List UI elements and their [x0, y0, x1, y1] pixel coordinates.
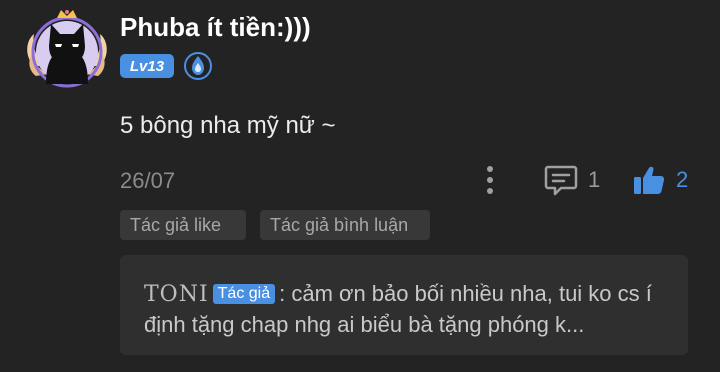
author-replied-chip: Tác giả bình luận — [260, 210, 430, 240]
comment-date: 26/07 — [120, 168, 176, 193]
blue-flame-rank-icon — [184, 52, 212, 80]
author-tag-badge: Tác giả — [212, 284, 276, 304]
level-badge: Lv13 — [120, 54, 174, 78]
reply-author[interactable]: TONI — [144, 282, 209, 307]
chat-bubble-icon — [544, 165, 578, 196]
comment-text: 5 bông nha mỹ nữ ~ — [120, 112, 336, 139]
username[interactable]: Phuba ít tiền:))) — [120, 12, 311, 43]
thumbs-up-icon — [634, 166, 665, 194]
reply-button[interactable]: 1 — [544, 163, 600, 197]
comment-item: Phuba ít tiền:))) Lv13 5 bông nha mỹ nữ … — [0, 0, 720, 372]
author-liked-chip: Tác giả like — [120, 210, 246, 240]
vertical-dots-icon[interactable] — [478, 163, 502, 197]
reply-preview[interactable]: TONI Tác giả: cảm ơn bảo bối nhiều nha, t… — [120, 255, 688, 355]
like-button[interactable]: 2 — [632, 163, 688, 197]
reply-count: 1 — [588, 167, 601, 192]
avatar[interactable] — [22, 6, 112, 96]
reply-preview-body: TONI Tác giả: cảm ơn bảo bối nhiều nha, t… — [144, 279, 664, 340]
like-count: 2 — [676, 167, 689, 192]
